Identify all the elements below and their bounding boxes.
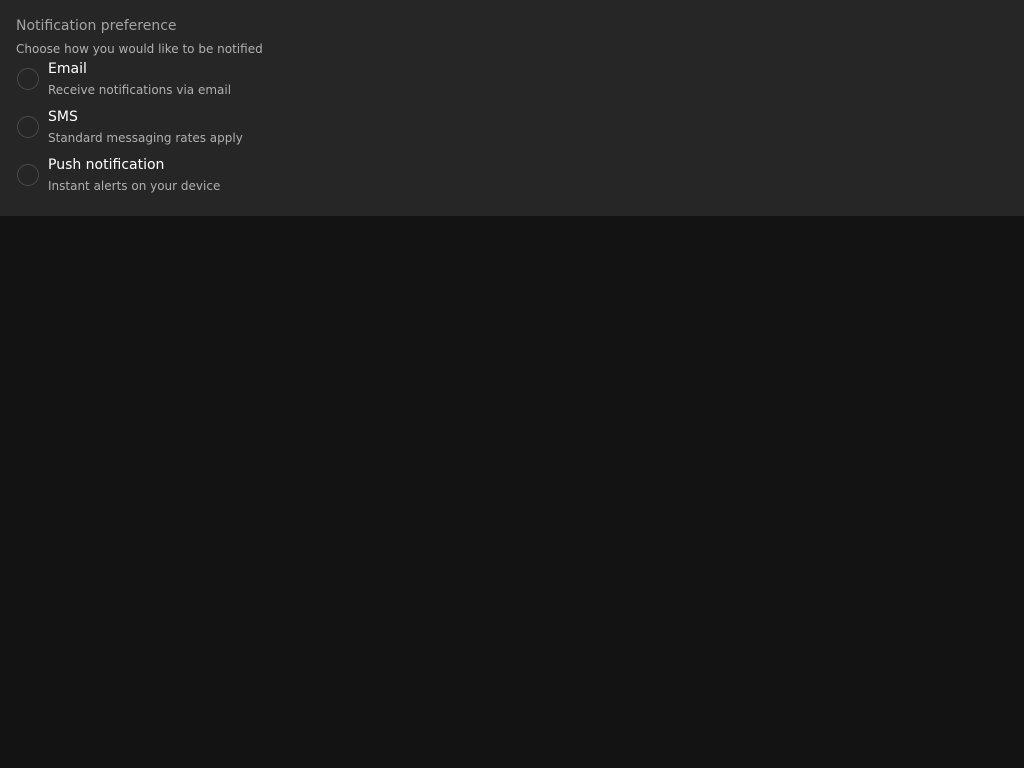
option-label: Push notification [48, 157, 165, 173]
radio-option-push[interactable]: Push notification Instant alerts on your… [16, 155, 1008, 195]
group-description: Choose how you would like to be notified [16, 42, 263, 56]
option-label: SMS [48, 109, 78, 125]
radio-button-sms[interactable] [17, 116, 39, 138]
group-legend: Notification preference [16, 18, 177, 34]
option-text: Push notification Instant alerts on your… [48, 156, 220, 194]
radio-button-push[interactable] [17, 164, 39, 186]
option-hint: Instant alerts on your device [48, 179, 221, 193]
option-hint: Receive notifications via email [48, 83, 232, 97]
option-text: SMS Standard messaging rates apply [48, 108, 243, 146]
option-hint: Standard messaging rates apply [48, 131, 243, 145]
option-text: Email Receive notifications via email [48, 60, 231, 98]
radio-option-sms[interactable]: SMS Standard messaging rates apply [16, 107, 1008, 147]
notification-preference-panel: Notification preference Choose how you w… [0, 0, 1024, 216]
radio-button-email[interactable] [17, 68, 39, 90]
radio-group: Email Receive notifications via email SM… [16, 59, 1008, 195]
radio-option-email[interactable]: Email Receive notifications via email [16, 59, 1008, 99]
option-label: Email [48, 61, 87, 77]
